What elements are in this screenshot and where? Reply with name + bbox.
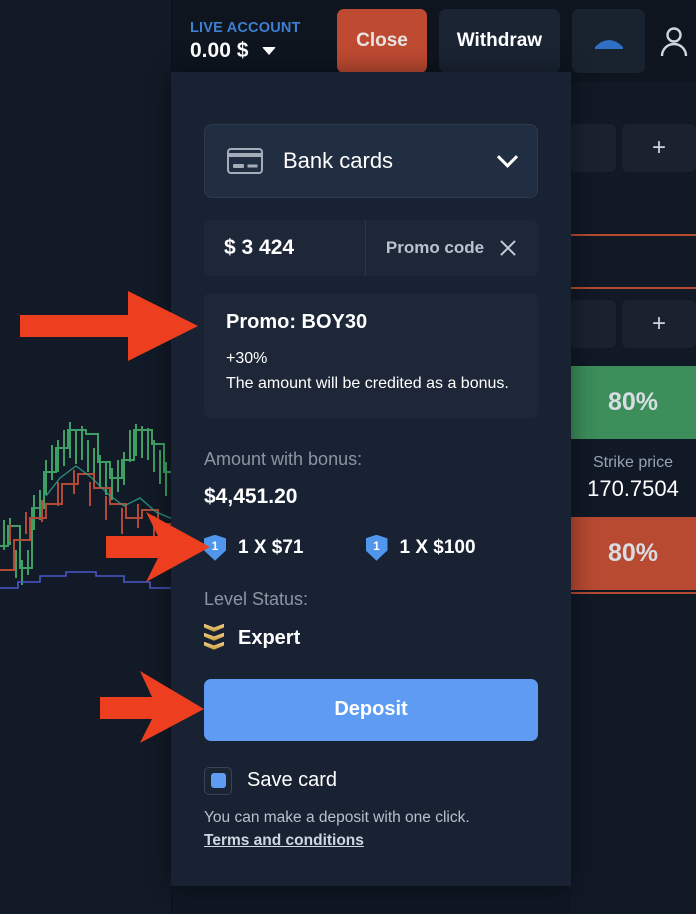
promo-code-label: Promo code (385, 238, 485, 257)
arrow-to-promo (20, 291, 198, 361)
level-status-row: Expert (204, 623, 538, 654)
level-status-value: Expert (238, 627, 301, 650)
deposit-button[interactable]: Deposit (204, 678, 538, 741)
save-card-hint: You can make a deposit with one click. (204, 808, 470, 826)
top-bar: LIVE ACCOUNT 0.00 $ Close Withdraw (172, 0, 696, 82)
arrow-to-badges (106, 512, 210, 582)
payout-up-badge: 80% (570, 366, 696, 439)
amount-row: $ 3 424 Promo code (204, 220, 538, 276)
save-card-label: Save card (247, 769, 338, 792)
promo-title: Promo: BOY30 (226, 311, 368, 333)
bonus-badge-2: 1 1 X $100 (365, 534, 476, 561)
close-x-icon[interactable] (498, 238, 518, 258)
candlestick-chart[interactable] (0, 0, 172, 914)
close-button[interactable]: Close (337, 9, 427, 73)
strike-price-value: 170.7504 (587, 476, 679, 501)
amount-input[interactable]: $ 3 424 (204, 220, 366, 276)
payment-method-select[interactable]: Bank cards (204, 124, 538, 198)
deposit-modal-body: Bank cards $ 3 424 Promo code Promo: BOY… (171, 72, 571, 850)
arc-indicator-icon (594, 40, 623, 49)
divider-top (570, 234, 696, 236)
strike-price-box: Strike price 170.7504 (570, 439, 696, 517)
increase-button-bottom[interactable]: + (622, 300, 696, 348)
strike-price-label: Strike price (592, 454, 674, 471)
divider-bottom (570, 287, 696, 289)
profile-button[interactable] (657, 9, 696, 73)
increase-button-top[interactable]: + (622, 124, 696, 172)
bonus-amount-label: Amount with bonus: (204, 448, 363, 469)
bonus-badge-1: 1 1 X $71 (204, 534, 304, 561)
arrow-to-deposit (100, 671, 204, 743)
level-status-label: Level Status: (204, 588, 309, 609)
trade-panel-row-top: + (570, 124, 696, 172)
panel-cell-left-2[interactable] (570, 300, 616, 348)
panel-cell-left[interactable] (570, 124, 616, 172)
promo-percent: +30% (226, 350, 268, 367)
promo-code-field[interactable]: Promo code (366, 220, 538, 276)
terms-and-conditions-link[interactable]: Terms and conditions (204, 832, 364, 850)
save-card-checkbox[interactable] (204, 766, 232, 795)
trade-panel-row-bottom: + (570, 300, 696, 348)
trade-panel: + + 80% Strike price 170.7504 80% (570, 0, 696, 914)
bonus-badge-1-text: 1 X $71 (238, 536, 304, 558)
account-balance: 0.00 $ (190, 38, 249, 62)
withdraw-button[interactable]: Withdraw (438, 9, 560, 73)
shield-badge-icon: 1 (365, 534, 388, 561)
bonus-badge-2-text: 1 X $100 (399, 536, 476, 558)
payout-down-badge: 80% (570, 517, 696, 590)
user-icon (661, 27, 688, 57)
app-root: + + 80% Strike price 170.7504 80% LIVE A… (0, 0, 696, 914)
deposit-modal: Bank cards $ 3 424 Promo code Promo: BOY… (171, 72, 571, 886)
rank-chevrons-icon (204, 623, 224, 654)
plus-icon: + (651, 134, 666, 161)
bonus-badges: 1 1 X $71 1 1 X $100 (204, 534, 538, 561)
arc-indicator-button[interactable] (571, 9, 646, 73)
divider-lower (570, 592, 696, 594)
account-selector[interactable]: LIVE ACCOUNT 0.00 $ (172, 20, 335, 63)
payment-method-label: Bank cards (283, 148, 394, 173)
chevron-down-icon[interactable] (262, 46, 277, 55)
chevron-down-icon[interactable] (496, 146, 519, 168)
bank-card-icon (227, 148, 263, 174)
promo-description: The amount will be credited as a bonus. (226, 375, 509, 392)
save-card-row: Save card (204, 766, 538, 795)
shield-badge-count: 1 (211, 539, 219, 554)
account-type-label: LIVE ACCOUNT (190, 19, 301, 36)
plus-icon: + (651, 310, 666, 337)
bonus-amount-value: $4,451.20 (204, 484, 298, 508)
promo-card: Promo: BOY30 +30% The amount will be cre… (204, 293, 538, 418)
account-balance-row: 0.00 $ (190, 39, 335, 63)
shield-badge-count: 1 (373, 539, 380, 554)
